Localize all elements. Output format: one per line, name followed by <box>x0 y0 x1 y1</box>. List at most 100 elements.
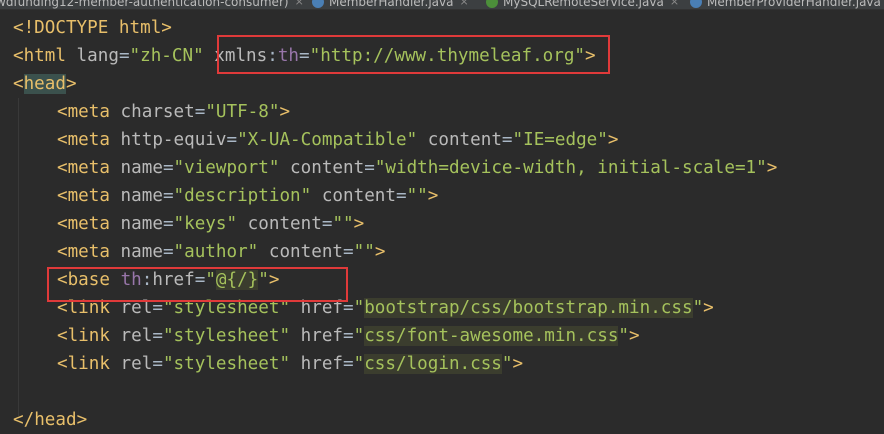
code-line-8[interactable]: <meta name="keys" content=""> <box>57 210 364 238</box>
quote-token: " <box>353 326 365 346</box>
code-line-13[interactable]: <link rel="stylesheet" href="css/login.c… <box>57 350 523 378</box>
tab-label: MemberHandler.java <box>329 0 454 9</box>
attribute-token: href <box>152 270 195 290</box>
string-token: "keys" <box>173 214 238 234</box>
equals-token: = <box>118 46 130 66</box>
tab-label: MemberProviderHandler.java <box>707 0 881 9</box>
string-token: "viewport" <box>173 158 280 178</box>
attribute-token: lang <box>65 46 119 66</box>
attribute-token: name <box>109 186 163 206</box>
equals-token: = <box>194 270 206 290</box>
tag-close-token: > <box>766 158 778 178</box>
string-token: "description" <box>173 186 312 206</box>
equals-token: = <box>162 214 174 234</box>
equals-token: = <box>162 158 174 178</box>
code-line-7[interactable]: <meta name="description" content=""> <box>57 182 438 210</box>
tab-label: MySQLRemoteService.java <box>503 0 664 9</box>
equals-token: = <box>395 186 407 206</box>
tab-member-handler[interactable]: MemberHandler.java × <box>312 0 469 9</box>
attribute-token: content <box>258 242 344 262</box>
equals-token: = <box>194 102 206 122</box>
tag-token: <link <box>57 298 110 318</box>
tag-close-token: > <box>161 18 172 38</box>
equals-token: = <box>343 326 354 346</box>
doctype-token: <!DOCTYPE html <box>13 18 162 38</box>
code-line-3[interactable]: <head> <box>13 70 77 98</box>
equals-token: = <box>321 214 333 234</box>
tag-close-token: > <box>585 46 596 66</box>
code-line-12[interactable]: <link rel="stylesheet" href="css/font-aw… <box>57 322 640 350</box>
tag-close-token: > <box>629 326 640 346</box>
attribute-token: href <box>290 354 344 374</box>
tag-token: head <box>23 74 66 94</box>
string-token: "author" <box>173 242 259 262</box>
equals-token: = <box>226 130 238 150</box>
tag-close-token: > <box>374 242 386 262</box>
tag-close-token: > <box>268 270 280 290</box>
quote-token: " <box>258 270 269 290</box>
tab-consumer-project[interactable]: wdfunding12-member-authentication-consum… <box>0 0 304 9</box>
string-token: "UTF-8" <box>205 102 280 122</box>
equals-token: = <box>364 158 375 178</box>
equals-token: = <box>152 354 163 374</box>
java-class-icon <box>312 0 324 8</box>
tag-close-token: > <box>353 214 365 234</box>
code-line-6[interactable]: <meta name="viewport" content="width=dev… <box>57 154 777 182</box>
code-editor[interactable]: <!DOCTYPE html> <html lang="zh-CN" xmlns… <box>0 10 884 432</box>
attribute-token: rel <box>109 354 153 374</box>
attribute-token: href <box>290 298 344 318</box>
attribute-token: name <box>109 158 163 178</box>
attribute-token: content <box>311 186 396 206</box>
string-token: "" <box>353 242 375 262</box>
attribute-token: content <box>237 214 322 234</box>
code-line-9[interactable]: <meta name="author" content=""> <box>57 238 385 266</box>
tag-close-token: > <box>427 186 439 206</box>
attribute-token: charset <box>109 102 195 122</box>
code-line-11[interactable]: <link rel="stylesheet" href="bootstrap/c… <box>57 294 714 322</box>
java-class-icon <box>690 0 702 8</box>
code-line-4[interactable]: <meta charset="UTF-8"> <box>57 98 290 126</box>
tag-token: <meta <box>57 158 110 178</box>
code-line-10[interactable]: <base th:href="@{/}"> <box>57 266 279 294</box>
tab-label: wdfunding12-member-authentication-consum… <box>0 0 289 9</box>
tag-token: <link <box>57 326 110 346</box>
tab-mysql-remote-service[interactable]: MySQLRemoteService.java × <box>486 0 679 9</box>
tag-token: <html <box>13 46 66 66</box>
attribute-token: xmlns <box>214 46 268 66</box>
code-line-1[interactable]: <!DOCTYPE html> <box>13 14 172 42</box>
quote-token: " <box>501 354 513 374</box>
string-token: "zh-CN" <box>129 46 204 66</box>
attribute-token: name <box>109 214 163 234</box>
close-icon[interactable]: × <box>295 0 304 8</box>
string-token: "http://www.thymeleaf.org" <box>309 46 586 66</box>
code-line-5[interactable]: <meta http-equiv="X-UA-Compatible" conte… <box>57 126 618 154</box>
code-line-15[interactable]: </head> <box>13 406 87 434</box>
tag-token: <meta <box>57 130 110 150</box>
string-token: "stylesheet" <box>162 354 291 374</box>
quote-token: " <box>618 326 630 346</box>
attribute-token: rel <box>109 298 153 318</box>
attribute-token: http-equiv <box>109 130 227 150</box>
tag-close-token: > <box>65 74 77 94</box>
tag-open-token: </ <box>13 410 35 430</box>
path-token: css/font-awesome.min.css <box>364 326 619 346</box>
tab-member-provider-handler[interactable]: MemberProviderHandler.java × <box>690 0 884 9</box>
equals-token: = <box>152 298 163 318</box>
equals-token: = <box>343 298 354 318</box>
quote-token: " <box>205 270 216 290</box>
code-line-2[interactable]: <html lang="zh-CN" xmlns:th="http://www.… <box>13 42 596 70</box>
quote-token: " <box>692 298 704 318</box>
tag-token: <link <box>57 354 110 374</box>
equals-token: = <box>343 354 354 374</box>
string-token: "stylesheet" <box>162 298 291 318</box>
tag-token: <base <box>57 270 110 290</box>
equals-token: = <box>162 242 174 262</box>
tag-close-token: > <box>512 354 524 374</box>
close-icon[interactable]: × <box>459 0 468 8</box>
tag-close-token: > <box>703 298 714 318</box>
string-token: "" <box>406 186 428 206</box>
close-icon[interactable]: × <box>670 0 679 8</box>
equals-token: = <box>299 46 310 66</box>
